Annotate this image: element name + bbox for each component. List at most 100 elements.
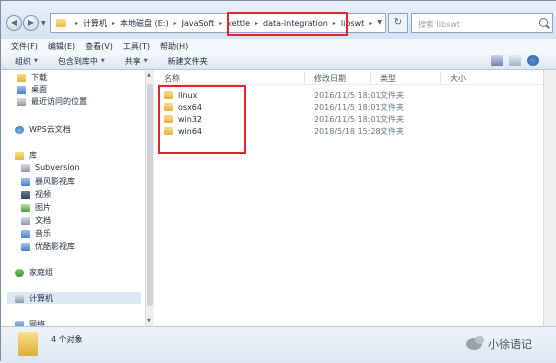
video-icon: [21, 190, 30, 199]
breadcrumb-computer[interactable]: 计算机: [83, 18, 107, 29]
nav-item-computer[interactable]: 计算机: [15, 293, 53, 304]
file-type: 文件夹: [380, 90, 404, 100]
video-library-icon: [21, 177, 30, 186]
menu-view[interactable]: 查看(V): [85, 41, 113, 52]
preview-pane-icon[interactable]: [509, 55, 521, 66]
cloud-icon: [15, 125, 24, 134]
nav-item-pictures[interactable]: 图片: [21, 202, 51, 213]
nav-label: 视频: [35, 190, 51, 199]
nav-item-network[interactable]: 网络: [15, 319, 45, 326]
nav-label: 文档: [35, 216, 51, 225]
nav-label: Subversion: [35, 163, 80, 172]
chevron-down-icon: ▼: [143, 58, 148, 64]
menu-edit[interactable]: 编辑(E): [48, 41, 75, 52]
search-icon[interactable]: [539, 18, 548, 27]
breadcrumb-javasoft[interactable]: JavaSoft: [182, 19, 215, 28]
view-controls: [491, 55, 545, 66]
nav-label: 桌面: [31, 85, 47, 94]
nav-label: 最近访问的位置: [31, 97, 87, 106]
nav-item-documents[interactable]: 文档: [21, 215, 51, 226]
scroll-up-icon[interactable]: ▲: [147, 72, 151, 78]
command-bar: 组织 ▼ 包含到库中 ▼ 共享 ▼ 新建文件夹: [1, 53, 556, 70]
nav-item-library[interactable]: 库: [15, 150, 37, 161]
nav-item-music[interactable]: 音乐: [21, 228, 51, 239]
folder-icon: [18, 332, 38, 356]
recent-places-icon: [17, 97, 26, 106]
watermark: 小徐语记: [466, 336, 532, 352]
breadcrumb-local-disk[interactable]: 本地磁盘 (E:): [120, 18, 169, 29]
forward-button[interactable]: ▶: [23, 15, 39, 31]
status-bar: 4 个对象 小徐语记: [1, 326, 556, 363]
menu-help[interactable]: 帮助(H): [160, 41, 188, 52]
column-header-name[interactable]: 名称: [164, 73, 180, 84]
column-header-type[interactable]: 类型: [380, 73, 396, 84]
downloads-icon: [17, 73, 26, 82]
organize-button[interactable]: 组织 ▼: [15, 56, 38, 67]
nav-item-desktop[interactable]: 桌面: [17, 84, 47, 95]
nav-label: WPS云文档: [29, 125, 71, 134]
column-divider[interactable]: [370, 71, 371, 83]
nav-item-downloads[interactable]: 下载: [17, 72, 47, 83]
nav-item-youku[interactable]: 优酷影视库: [21, 241, 75, 252]
address-highlight-box: [227, 12, 348, 36]
nav-item-videos[interactable]: 视频: [21, 189, 51, 200]
content-scrollbar[interactable]: [543, 70, 556, 326]
watermark-text: 小徐语记: [488, 338, 532, 351]
navigation-pane: 下载 桌面 最近访问的位置 WPS云文档 库 Subversion 暴风影视库 …: [1, 70, 145, 326]
nav-item-wps[interactable]: WPS云文档: [15, 124, 71, 135]
nav-item-subversion[interactable]: Subversion: [21, 163, 80, 172]
refresh-button[interactable]: ↻: [388, 13, 408, 33]
chevron-right-icon[interactable]: ▸: [219, 20, 222, 27]
back-button[interactable]: ◀: [6, 15, 22, 31]
change-view-icon[interactable]: [491, 55, 503, 66]
nav-label: 音乐: [35, 229, 51, 238]
nav-item-recent[interactable]: 最近访问的位置: [17, 96, 87, 107]
item-count: 4 个对象: [51, 335, 83, 344]
nav-item-homegroup[interactable]: 家庭组: [15, 267, 53, 278]
file-list-highlight-box: [158, 85, 246, 154]
menu-file[interactable]: 文件(F): [11, 41, 38, 52]
folder-icon: [56, 19, 66, 27]
share-button[interactable]: 共享 ▼: [125, 56, 148, 67]
nav-label: 暴风影视库: [35, 177, 75, 186]
menu-bar: 文件(F) 编辑(E) 查看(V) 工具(T) 帮助(H): [1, 39, 556, 53]
share-label: 共享: [124, 56, 141, 66]
search-input[interactable]: 搜索 libswt: [411, 13, 553, 33]
include-in-library-label: 包含到库中: [57, 56, 98, 66]
file-modified: 2016/11/5 18:01: [314, 102, 381, 112]
chevron-down-icon: ▼: [100, 58, 105, 64]
nav-label: 库: [29, 151, 37, 160]
chevron-down-icon: ▼: [34, 58, 38, 64]
scroll-down-icon[interactable]: ▼: [147, 318, 151, 324]
new-folder-button[interactable]: 新建文件夹: [168, 56, 208, 67]
include-in-library-button[interactable]: 包含到库中 ▼: [58, 56, 105, 67]
chevron-right-icon[interactable]: ▸: [369, 20, 372, 27]
column-header-size[interactable]: 大小: [450, 73, 466, 84]
nav-label: 下载: [31, 73, 47, 82]
nav-label: 网络: [29, 320, 45, 326]
chevron-right-icon[interactable]: ▸: [112, 20, 115, 27]
file-modified: 2018/5/18 15:28: [314, 126, 381, 136]
nav-scroll-thumb[interactable]: [147, 84, 153, 306]
file-modified: 2016/11/5 18:01: [314, 90, 381, 100]
recent-pages-dropdown-icon[interactable]: ▼: [41, 20, 46, 27]
column-header-modified[interactable]: 修改日期: [314, 73, 346, 84]
desktop-icon: [17, 85, 26, 94]
help-icon[interactable]: [527, 55, 539, 66]
nav-item-baofeng[interactable]: 暴风影视库: [21, 176, 75, 187]
wechat-icon: [466, 336, 484, 350]
library-icon: [15, 151, 24, 160]
chevron-right-icon[interactable]: ▸: [174, 20, 177, 27]
pictures-icon: [21, 203, 30, 212]
nav-label: 计算机: [29, 294, 53, 303]
organize-label: 组织: [15, 56, 31, 66]
column-divider[interactable]: [304, 71, 305, 83]
column-divider[interactable]: [440, 71, 441, 83]
nav-label: 优酷影视库: [35, 242, 75, 251]
video-library-icon: [21, 242, 30, 251]
menu-tools[interactable]: 工具(T): [123, 41, 150, 52]
search-placeholder: 搜索 libswt: [418, 20, 460, 29]
address-dropdown-icon[interactable]: ▼: [377, 19, 382, 26]
chevron-right-icon[interactable]: ▸: [75, 20, 78, 27]
file-type: 文件夹: [380, 126, 404, 136]
